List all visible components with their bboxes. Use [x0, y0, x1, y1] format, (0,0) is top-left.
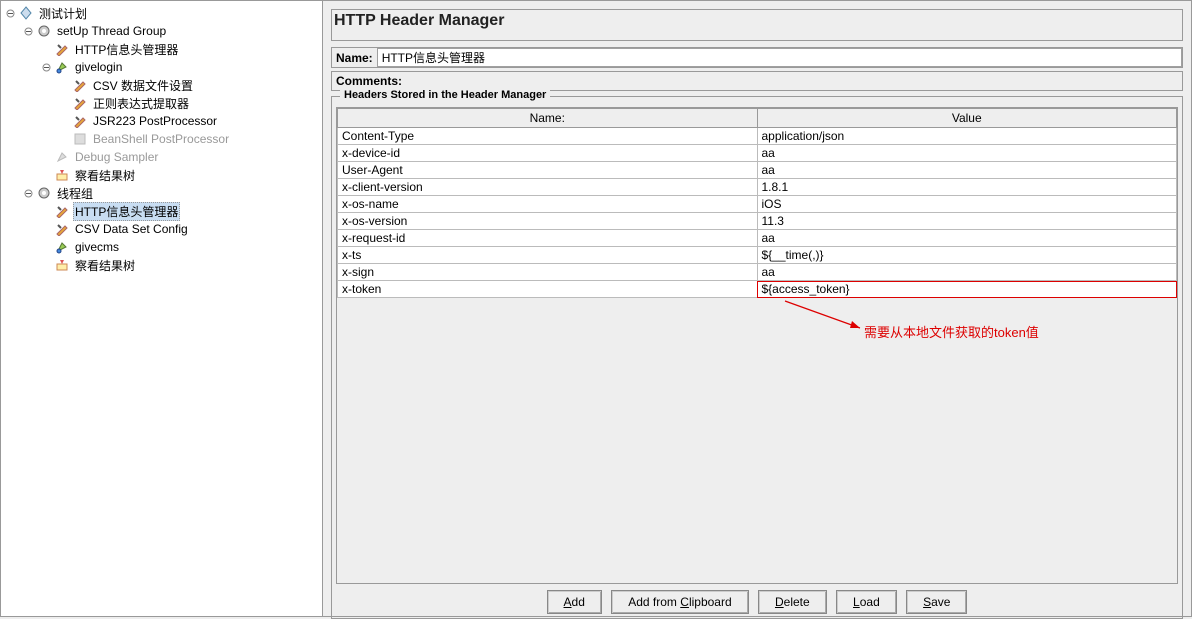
- tree-toggle-icon[interactable]: [42, 63, 51, 72]
- header-value-cell[interactable]: aa: [757, 230, 1177, 247]
- header-name-cell[interactable]: x-device-id: [338, 145, 758, 162]
- header-name-cell[interactable]: x-os-name: [338, 196, 758, 213]
- table-row[interactable]: x-request-idaa: [338, 230, 1177, 247]
- header-name-cell[interactable]: x-ts: [338, 247, 758, 264]
- tree-label: BeanShell PostProcessor: [91, 132, 231, 146]
- tree-label: 线程组: [55, 185, 95, 202]
- tree-label: 正则表达式提取器: [91, 95, 191, 112]
- page-title: HTTP Header Manager: [334, 12, 1180, 30]
- tree-node-beanshell[interactable]: BeanShell PostProcessor: [4, 130, 319, 148]
- header-value-cell[interactable]: application/json: [757, 128, 1177, 145]
- table-row[interactable]: x-client-version1.8.1: [338, 179, 1177, 196]
- postprocessor-disabled-icon: [72, 131, 88, 147]
- sampler-disabled-icon: [54, 149, 70, 165]
- postprocessor-icon: [72, 113, 88, 129]
- tree-node-http-header-manager[interactable]: HTTP信息头管理器: [4, 40, 319, 58]
- headers-table[interactable]: Name: Value Content-Typeapplication/json…: [337, 108, 1177, 298]
- gear-icon: [36, 23, 52, 39]
- tree-label: 察看结果树: [73, 257, 137, 274]
- col-name-header[interactable]: Name:: [338, 109, 758, 128]
- header-value-cell[interactable]: 11.3: [757, 213, 1177, 230]
- add-from-clipboard-button[interactable]: Add from Clipboard: [611, 590, 748, 614]
- tree-label: givecms: [73, 240, 121, 254]
- tree-panel: 测试计划 setUp Thread Group HTTP信息头管理器 givel…: [0, 0, 323, 617]
- table-empty-area: [337, 298, 1177, 583]
- headers-table-container: Name: Value Content-Typeapplication/json…: [336, 107, 1178, 584]
- tree-toggle-icon[interactable]: [24, 27, 33, 36]
- tree-node-setup-thread-group[interactable]: setUp Thread Group: [4, 22, 319, 40]
- table-row[interactable]: x-device-idaa: [338, 145, 1177, 162]
- table-row[interactable]: Content-Typeapplication/json: [338, 128, 1177, 145]
- header-name-cell[interactable]: Content-Type: [338, 128, 758, 145]
- header-value-cell[interactable]: iOS: [757, 196, 1177, 213]
- main-panel: HTTP Header Manager Name: Comments: Head…: [323, 0, 1192, 617]
- header-name-cell[interactable]: x-sign: [338, 264, 758, 281]
- tree-label: CSV Data Set Config: [73, 222, 190, 236]
- add-button[interactable]: Add: [547, 590, 602, 614]
- header-value-cell[interactable]: aa: [757, 145, 1177, 162]
- tree-toggle-icon[interactable]: [24, 189, 33, 198]
- tree-node-debug-sampler[interactable]: Debug Sampler: [4, 148, 319, 166]
- table-row[interactable]: x-ts${__time(,)}: [338, 247, 1177, 264]
- load-button[interactable]: Load: [836, 590, 897, 614]
- header-value-cell[interactable]: ${access_token}: [757, 281, 1177, 298]
- tree-node-thread-group[interactable]: 线程组: [4, 184, 319, 202]
- tree-node-csv-config[interactable]: CSV Data Set Config: [4, 220, 319, 238]
- tree-label: setUp Thread Group: [55, 24, 168, 38]
- header-name-cell[interactable]: x-os-version: [338, 213, 758, 230]
- config-icon: [72, 77, 88, 93]
- tree-label: HTTP信息头管理器: [73, 202, 180, 221]
- header-name-cell[interactable]: x-request-id: [338, 230, 758, 247]
- config-icon: [54, 41, 70, 57]
- table-row[interactable]: User-Agentaa: [338, 162, 1177, 179]
- listener-icon: [54, 167, 70, 183]
- header-value-cell[interactable]: aa: [757, 264, 1177, 281]
- sampler-icon: [54, 59, 70, 75]
- tree-label: 察看结果树: [73, 167, 137, 184]
- tree-node-http-header-manager-selected[interactable]: HTTP信息头管理器: [4, 202, 319, 220]
- table-row[interactable]: x-token${access_token}: [338, 281, 1177, 298]
- listener-icon: [54, 257, 70, 273]
- tree-node-jsr223[interactable]: JSR223 PostProcessor: [4, 112, 319, 130]
- tree-node-result-tree[interactable]: 察看结果树: [4, 166, 319, 184]
- tree-label: CSV 数据文件设置: [91, 77, 195, 94]
- tree-node-givecms[interactable]: givecms: [4, 238, 319, 256]
- tree-label: Debug Sampler: [73, 150, 160, 164]
- button-row: Add Add from Clipboard Delete Load Save: [336, 590, 1178, 614]
- header-value-cell[interactable]: aa: [757, 162, 1177, 179]
- tree-label: JSR223 PostProcessor: [91, 114, 219, 128]
- table-row[interactable]: x-signaa: [338, 264, 1177, 281]
- col-value-header[interactable]: Value: [757, 109, 1177, 128]
- gear-icon: [36, 185, 52, 201]
- header-value-cell[interactable]: 1.8.1: [757, 179, 1177, 196]
- save-button[interactable]: Save: [906, 590, 967, 614]
- header-name-cell[interactable]: x-client-version: [338, 179, 758, 196]
- header-name-cell[interactable]: x-token: [338, 281, 758, 298]
- group-title: Headers Stored in the Header Manager: [340, 89, 550, 101]
- tree-toggle-icon[interactable]: [6, 9, 15, 18]
- comments-label: Comments:: [332, 72, 406, 90]
- config-icon: [54, 221, 70, 237]
- testplan-icon: [18, 5, 34, 21]
- tree-node-givelogin[interactable]: givelogin: [4, 58, 319, 76]
- sampler-icon: [54, 239, 70, 255]
- header-value-cell[interactable]: ${__time(,)}: [757, 247, 1177, 264]
- header-name-cell[interactable]: User-Agent: [338, 162, 758, 179]
- tree-label: HTTP信息头管理器: [73, 41, 180, 58]
- tree-node-csv-data[interactable]: CSV 数据文件设置: [4, 76, 319, 94]
- tree-label: 测试计划: [37, 5, 89, 22]
- delete-button[interactable]: Delete: [758, 590, 827, 614]
- table-row[interactable]: x-os-version11.3: [338, 213, 1177, 230]
- tree-node-result-tree2[interactable]: 察看结果树: [4, 256, 319, 274]
- table-row[interactable]: x-os-nameiOS: [338, 196, 1177, 213]
- tree-node-testplan[interactable]: 测试计划: [4, 4, 319, 22]
- tree-node-regex-extractor[interactable]: 正则表达式提取器: [4, 94, 319, 112]
- config-icon: [54, 203, 70, 219]
- postprocessor-icon: [72, 95, 88, 111]
- name-input[interactable]: [377, 48, 1182, 67]
- tree-label: givelogin: [73, 60, 124, 74]
- name-label: Name:: [332, 49, 377, 67]
